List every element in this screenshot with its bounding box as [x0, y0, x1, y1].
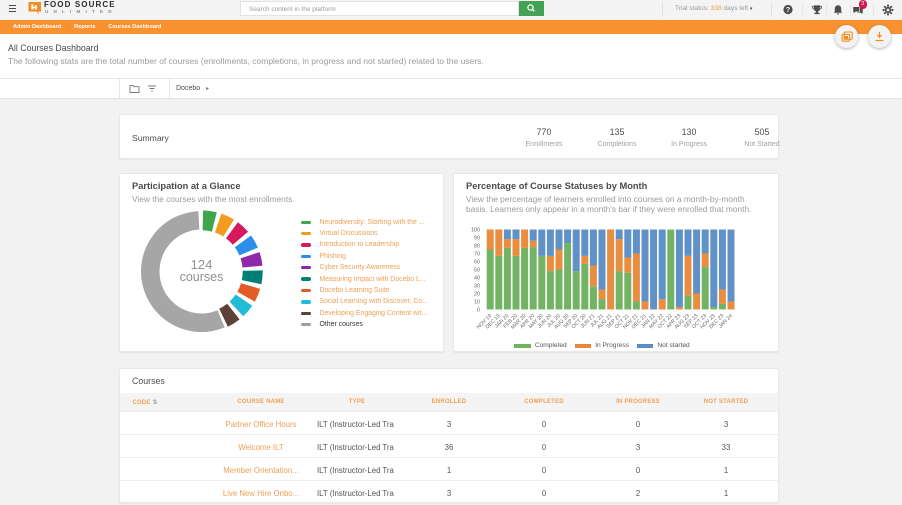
svg-text:60: 60	[474, 259, 480, 265]
svg-text:10: 10	[474, 299, 480, 305]
svg-text:90: 90	[474, 235, 480, 241]
svg-text:100: 100	[471, 227, 480, 233]
svg-text:0: 0	[477, 307, 480, 313]
svg-text:30: 30	[474, 283, 480, 289]
svg-text:40: 40	[474, 275, 480, 281]
svg-text:50: 50	[474, 267, 480, 273]
svg-text:20: 20	[474, 291, 480, 297]
svg-text:80: 80	[474, 243, 480, 249]
svg-text:?: ?	[786, 6, 790, 13]
svg-text:70: 70	[474, 251, 480, 257]
